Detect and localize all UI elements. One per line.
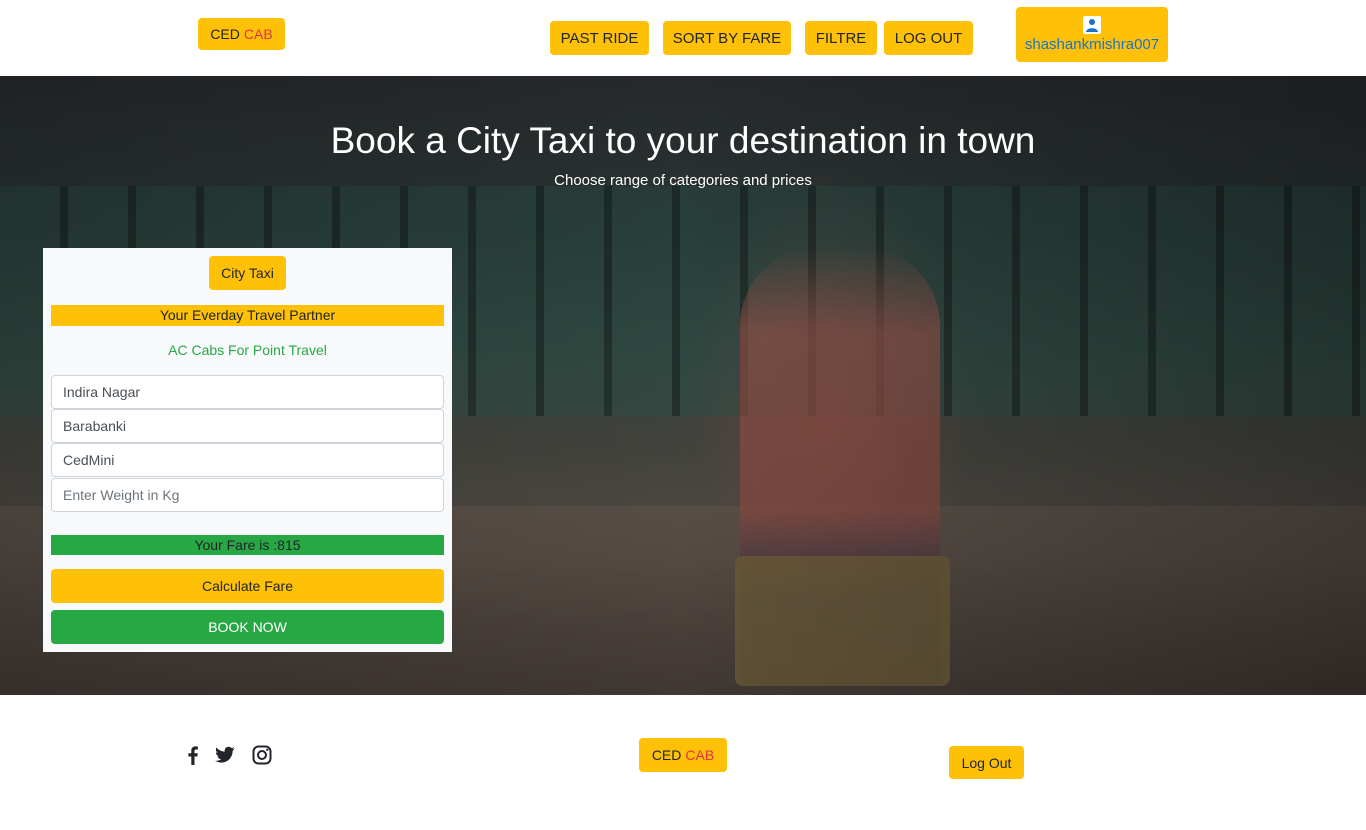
brand-accent-text: CAB (243, 26, 273, 42)
top-navbar: CED CAB PAST RIDE SORT BY FARE FILTRE LOG… (0, 0, 1366, 76)
footer-logout-button[interactable]: Log Out (949, 746, 1024, 779)
drop-location-field[interactable] (51, 409, 444, 443)
instagram-icon[interactable] (251, 744, 273, 766)
footer: CED CAB Log Out (0, 695, 1366, 830)
past-ride-button[interactable]: PAST RIDE (550, 21, 649, 55)
filter-button[interactable]: FILTRE (805, 21, 877, 55)
sort-by-fare-button[interactable]: SORT BY FARE (663, 21, 791, 55)
cab-type-field[interactable] (51, 443, 444, 477)
user-icon (1083, 16, 1101, 34)
tagline-banner: Your Everday Travel Partner (51, 305, 444, 326)
hero-subtitle: Choose range of categories and prices (554, 172, 812, 189)
brand-logo-button[interactable]: CED CAB (198, 18, 285, 50)
weight-field[interactable] (51, 478, 444, 512)
fare-result: Your Fare is :815 (51, 535, 444, 555)
username-label: shashankmishra007 (1024, 36, 1160, 53)
logout-button[interactable]: LOG OUT (884, 21, 973, 55)
booking-panel: City Taxi Your Everday Travel Partner AC… (43, 248, 452, 652)
book-now-button[interactable]: BOOK NOW (51, 610, 444, 644)
calculate-fare-button[interactable]: Calculate Fare (51, 569, 444, 603)
subtagline: AC Cabs For Point Travel (168, 342, 327, 358)
user-profile-button[interactable]: shashankmishra007 (1016, 7, 1168, 62)
footer-brand-accent-text: CAB (685, 747, 715, 763)
brand-main-text: CED (210, 26, 240, 42)
city-taxi-button[interactable]: City Taxi (209, 256, 286, 290)
pickup-location-field[interactable] (51, 375, 444, 409)
footer-brand-button[interactable]: CED CAB (639, 738, 727, 772)
hero-title: Book a City Taxi to your destination in … (330, 120, 1036, 161)
twitter-icon[interactable] (214, 744, 236, 766)
facebook-icon[interactable] (182, 744, 204, 766)
footer-brand-main-text: CED (651, 747, 682, 763)
